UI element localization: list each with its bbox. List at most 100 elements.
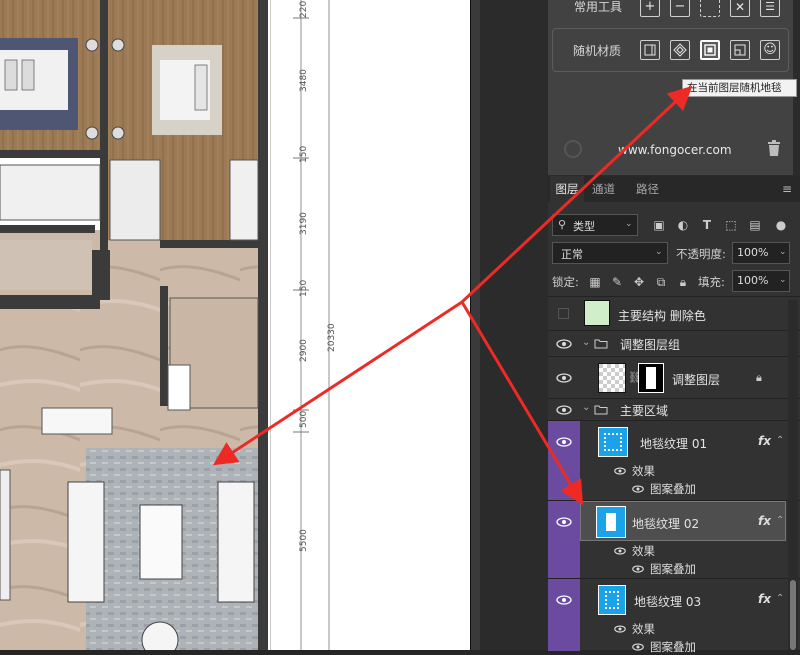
toggle-filter-icon[interactable]: ● [774, 218, 788, 232]
layer-thumbnail [598, 427, 628, 457]
layer-thumbnail [596, 506, 626, 538]
layer-group-main-area[interactable]: ⌄ 主要区域 [548, 398, 800, 420]
effect-pattern-overlay: 图案叠加 [650, 640, 696, 654]
layer-adjustment[interactable]: ⛓ 调整图层 🔒︎ [548, 356, 800, 398]
lock-artboard-icon[interactable]: ⧉ [654, 275, 668, 289]
layer-name: 调整图层组 [620, 338, 681, 352]
layer-name: 调整图层 [672, 373, 721, 387]
eye-icon[interactable] [632, 565, 644, 573]
chevron-down-icon: ⌄ [779, 247, 787, 257]
effects-label: 效果 [632, 464, 655, 478]
filter-type-select[interactable]: ⚲ 类型 ⌄ [552, 214, 638, 236]
x-square-icon[interactable]: ✕ [730, 0, 750, 17]
tab-channels[interactable]: 通道 [592, 176, 615, 202]
layers-panel: 图层 通道 路径 ≡ ⚲ 类型 ⌄ ▣ ◐ T ⬚ ▤ ● 正常 ⌄ 不透明度:… [548, 176, 800, 654]
layer-mask-thumbnail [638, 363, 664, 393]
purple-indicator [548, 579, 580, 651]
dim-label: 150 [299, 279, 309, 297]
shape-filter-icon[interactable]: ⬚ [724, 218, 738, 232]
chevron-down-icon: ⌄ [655, 247, 663, 257]
layer-name: 地毯纹理 03 [634, 595, 702, 609]
list-icon[interactable]: ☰ [760, 0, 780, 17]
chevron-up-icon[interactable]: ⌃ [776, 515, 784, 526]
fill-label: 填充: [698, 275, 725, 289]
smart-object-filter-icon[interactable]: ▤ [748, 218, 762, 232]
layer-main-structure[interactable]: 主要结构 删除色 [548, 296, 800, 330]
lock-brush-icon[interactable]: ✎ [610, 275, 624, 289]
eye-icon[interactable] [632, 485, 644, 493]
layer-name: 地毯纹理 02 [632, 517, 700, 531]
layer-name: 地毯纹理 01 [640, 437, 708, 451]
blend-mode-select[interactable]: 正常 ⌄ [552, 242, 668, 264]
menu-icon[interactable]: ≡ [782, 176, 792, 202]
eye-icon[interactable] [614, 625, 626, 633]
eye-icon[interactable] [556, 339, 572, 349]
chevron-up-icon[interactable]: ⌃ [776, 593, 784, 604]
frame-icon[interactable] [640, 40, 660, 60]
tab-paths[interactable]: 路径 [636, 176, 659, 202]
chevron-down-icon[interactable]: ⌄ [582, 337, 590, 348]
plus-icon[interactable]: + [640, 0, 660, 17]
lock-icon: 🔒︎ [756, 371, 762, 384]
visibility-toggle[interactable] [558, 308, 569, 319]
fill-value: 100% [737, 274, 769, 287]
dim-label: 5500 [299, 529, 309, 552]
dashed-square-icon[interactable] [700, 0, 720, 17]
layer-thumbnail [598, 585, 626, 615]
layer-rug-texture-01[interactable]: 地毯纹理 01 fx ⌃ 效果 图案叠加 [548, 420, 800, 501]
layer-rug-texture-03[interactable]: 地毯纹理 03 fx ⌃ 效果 图案叠加 [548, 578, 800, 654]
filter-type-value: 类型 [573, 220, 595, 233]
dim-label: 3480 [299, 69, 309, 92]
random-material-group: 随机材质 ☺ [552, 28, 789, 72]
fill-field[interactable]: 100% ⌄ [732, 270, 790, 292]
eye-icon[interactable] [614, 467, 626, 475]
trash-icon[interactable] [766, 139, 782, 157]
corner-icon[interactable] [730, 40, 750, 60]
common-tools-label: 常用工具 [574, 0, 623, 14]
dim-label: 150 [299, 145, 309, 163]
effects-label: 效果 [632, 544, 655, 558]
lock-move-icon[interactable]: ✥ [632, 275, 646, 289]
layer-group-adjustments[interactable]: ⌄ 调整图层组 [548, 330, 800, 356]
layer-name: 主要结构 删除色 [618, 309, 706, 323]
effect-pattern-overlay: 图案叠加 [650, 562, 696, 576]
chevron-down-icon[interactable]: ⌄ [582, 402, 590, 413]
rug-icon[interactable] [700, 40, 720, 60]
opacity-field[interactable]: 100% ⌄ [732, 242, 790, 264]
eye-icon[interactable] [614, 547, 626, 555]
fx-badge[interactable]: fx [758, 592, 771, 606]
dim-label: 3190 [299, 212, 309, 235]
website-link[interactable]: www.fongocer.com [618, 143, 732, 157]
diamond-pattern-icon[interactable] [670, 40, 690, 60]
opacity-value: 100% [737, 246, 769, 259]
layer-rug-texture-02[interactable]: 地毯纹理 02 fx ⌃ 效果 图案叠加 [548, 500, 800, 579]
fx-badge[interactable]: fx [758, 514, 771, 528]
adjustment-filter-icon[interactable]: ◐ [676, 218, 690, 232]
disabled-icon [564, 140, 582, 158]
eye-icon[interactable] [556, 437, 572, 447]
dimension-strip: 220 3480 150 3190 150 2900 500 5500 2033… [270, 0, 471, 650]
dim-label: 220 [299, 0, 309, 18]
dim-total-label: 20330 [327, 323, 337, 352]
purple-indicator [548, 501, 580, 579]
lock-transparent-icon[interactable]: ▦ [588, 275, 602, 289]
chevron-up-icon[interactable]: ⌃ [776, 435, 784, 446]
image-filter-icon[interactable]: ▣ [652, 218, 666, 232]
eye-icon[interactable] [556, 517, 572, 527]
layers-scrollbar[interactable] [788, 300, 798, 650]
minus-icon[interactable]: − [670, 0, 690, 17]
fx-badge[interactable]: fx [758, 434, 771, 448]
folder-icon [594, 339, 608, 349]
layers-tabs: 图层 通道 路径 ≡ [548, 176, 800, 202]
smile-icon[interactable]: ☺ [760, 40, 780, 60]
eye-icon[interactable] [556, 373, 572, 383]
tab-layers[interactable]: 图层 [550, 176, 584, 202]
eye-icon[interactable] [556, 595, 572, 605]
lock-all-icon[interactable]: 🔒︎ [676, 275, 690, 289]
floor-plan [0, 0, 268, 650]
right-panel: 常用工具 + − ✕ ☰ 随机材质 ☺ www.fongocer.com 在当前… [480, 0, 800, 654]
type-filter-icon[interactable]: T [700, 218, 714, 232]
lock-label: 锁定: [552, 275, 579, 289]
eye-icon[interactable] [556, 405, 572, 415]
layer-thumbnail [584, 300, 610, 326]
